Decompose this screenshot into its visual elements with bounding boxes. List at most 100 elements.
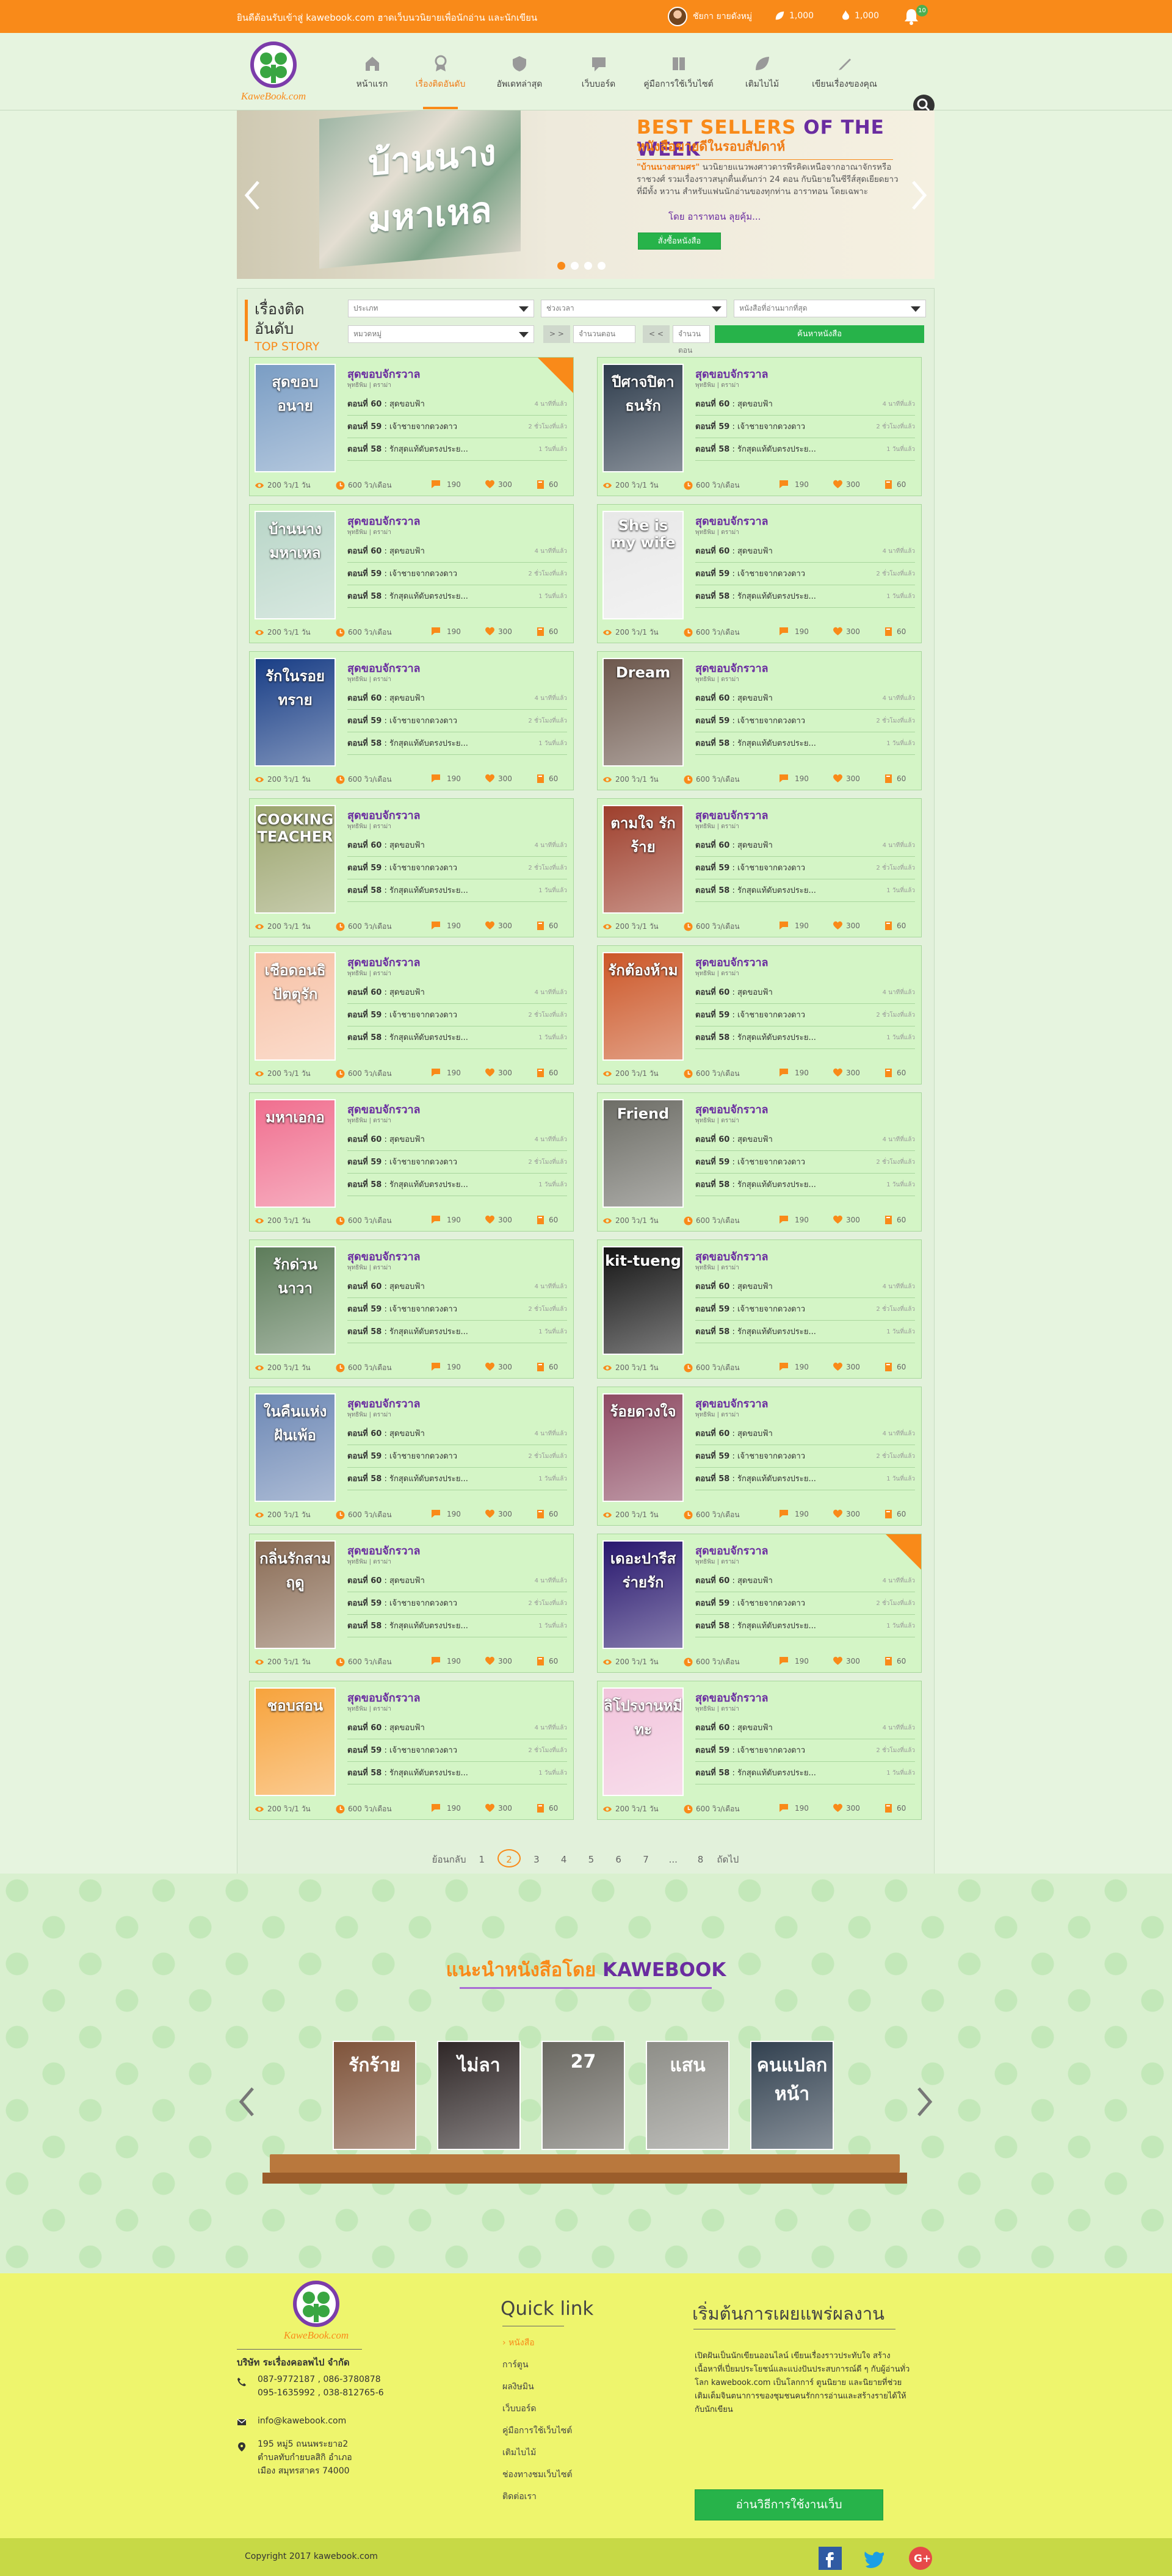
- episode-row[interactable]: ตอนที่ 58 : รักสุดแท้ดับตรงประย... 1 วันท…: [695, 1615, 915, 1637]
- recommended-book-cover[interactable]: คนแปลกหน้า: [750, 2041, 834, 2150]
- quick-link[interactable]: เติมไบไม้: [502, 2442, 573, 2464]
- book-card[interactable]: Dream สุดขอบจักรวาล พุทธิพิม | ดราม่า ตอ…: [597, 651, 922, 790]
- episode-row[interactable]: ตอนที่ 60 : สุดขอบฟ้า 4 นาทีที่แล้ว: [347, 687, 567, 710]
- page-number[interactable]: 1: [470, 1850, 493, 1869]
- book-card[interactable]: รักต้องห้าม สุดขอบจักรวาล พุทธิพิม | ดรา…: [597, 945, 922, 1084]
- episode-row[interactable]: ตอนที่ 58 : รักสุดแท้ดับตรงประย... 1 วันท…: [347, 1468, 567, 1490]
- book-title[interactable]: สุดขอบจักรวาล: [695, 1542, 769, 1559]
- book-cover[interactable]: Dream: [602, 658, 684, 767]
- quick-link[interactable]: เว็บบอร์ด: [502, 2398, 573, 2420]
- book-card[interactable]: ตามใจ รักร้าย สุดขอบจักรวาล พุทธิพิม | ด…: [597, 798, 922, 937]
- book-cover[interactable]: รักในรอยทราย: [255, 658, 336, 767]
- episode-row[interactable]: ตอนที่ 60 : สุดขอบฟ้า 4 นาทีที่แล้ว: [347, 540, 567, 563]
- episode-row[interactable]: ตอนที่ 59 : เจ้าชายจากดวงดาว 2 ชั่วโมงที่…: [695, 1004, 915, 1026]
- book-cover[interactable]: รักต้องห้าม: [602, 952, 684, 1061]
- user-menu[interactable]: ชัยกา ยายดังหมู่: [668, 7, 752, 26]
- quick-link[interactable]: ติดต่อเรา: [502, 2486, 573, 2508]
- book-cover[interactable]: เดอะปารีส ร่ายรัก: [602, 1540, 684, 1649]
- episode-row[interactable]: ตอนที่ 60 : สุดขอบฟ้า 4 นาทีที่แล้ว: [347, 834, 567, 857]
- episode-row[interactable]: ตอนที่ 58 : รักสุดแท้ดับตรงประย... 1 วันท…: [695, 585, 915, 608]
- episode-row[interactable]: ตอนที่ 58 : รักสุดแท้ดับตรงประย... 1 วันท…: [347, 732, 567, 755]
- episode-row[interactable]: ตอนที่ 58 : รักสุดแท้ดับตรงประย... 1 วันท…: [347, 1615, 567, 1637]
- episodes-min-input[interactable]: จำนวนตอน: [573, 325, 635, 343]
- episode-row[interactable]: ตอนที่ 58 : รักสุดแท้ดับตรงประย... 1 วันท…: [347, 1762, 567, 1784]
- book-card[interactable]: รักในรอยทราย สุดขอบจักรวาล พุทธิพิม | ดร…: [249, 651, 574, 790]
- book-title[interactable]: สุดขอบจักรวาล: [695, 953, 769, 971]
- book-card[interactable]: ปีศาจปิตาธนรัก สุดขอบจักรวาล พุทธิพิม | …: [597, 357, 922, 496]
- book-cover[interactable]: เชือดอนธิ ปัตตุรัก: [255, 952, 336, 1061]
- book-title[interactable]: สุดขอบจักรวาล: [347, 953, 421, 971]
- episode-row[interactable]: ตอนที่ 59 : เจ้าชายจากดวงดาว 2 ชั่วโมงที่…: [347, 1592, 567, 1615]
- book-title[interactable]: สุดขอบจักรวาล: [695, 512, 769, 530]
- episode-row[interactable]: ตอนที่ 58 : รักสุดแท้ดับตรงประย... 1 วันท…: [347, 585, 567, 608]
- episode-row[interactable]: ตอนที่ 59 : เจ้าชายจากดวงดาว 2 ชั่วโมงที่…: [347, 416, 567, 438]
- book-card[interactable]: COOKING TEACHER สุดขอบจักรวาล พุทธิพิม |…: [249, 798, 574, 937]
- book-title[interactable]: สุดขอบจักรวาล: [347, 512, 421, 530]
- recommended-book-cover[interactable]: แสน: [646, 2041, 729, 2150]
- episode-row[interactable]: ตอนที่ 59 : เจ้าชายจากดวงดาว 2 ชั่วโมงที่…: [695, 710, 915, 732]
- facebook-icon[interactable]: [819, 2547, 842, 2570]
- episode-row[interactable]: ตอนที่ 60 : สุดขอบฟ้า 4 นาทีที่แล้ว: [695, 1128, 915, 1151]
- episode-row[interactable]: ตอนที่ 59 : เจ้าชายจากดวงดาว 2 ชั่วโมงที่…: [695, 1739, 915, 1762]
- carousel-dot[interactable]: [557, 262, 565, 270]
- book-title[interactable]: สุดขอบจักรวาล: [347, 1247, 421, 1265]
- episode-row[interactable]: ตอนที่ 60 : สุดขอบฟ้า 4 นาทีที่แล้ว: [347, 981, 567, 1004]
- episode-row[interactable]: ตอนที่ 59 : เจ้าชายจากดวงดาว 2 ชั่วโมงที่…: [695, 1445, 915, 1468]
- book-card[interactable]: เดอะปารีส ร่ายรัก สุดขอบจักรวาล พุทธิพิม…: [597, 1534, 922, 1673]
- episode-row[interactable]: ตอนที่ 59 : เจ้าชายจากดวงดาว 2 ชั่วโมงที่…: [695, 416, 915, 438]
- bookmark-corner-icon[interactable]: [886, 1534, 921, 1570]
- episode-row[interactable]: ตอนที่ 60 : สุดขอบฟ้า 4 นาทีที่แล้ว: [347, 1275, 567, 1298]
- nav-latest-updates[interactable]: อัพเดทล่าสุด: [476, 46, 563, 97]
- episode-row[interactable]: ตอนที่ 58 : รักสุดแท้ดับตรงประย... 1 วันท…: [695, 1468, 915, 1490]
- book-card[interactable]: ชอบสอน สุดขอบจักรวาล พุทธิพิม | ดราม่า ต…: [249, 1681, 574, 1820]
- episode-row[interactable]: ตอนที่ 59 : เจ้าชายจากดวงดาว 2 ชั่วโมงที่…: [347, 563, 567, 585]
- book-title[interactable]: สุดขอบจักรวาล: [695, 659, 769, 677]
- book-title[interactable]: สุดขอบจักรวาล: [347, 1689, 421, 1706]
- book-title[interactable]: สุดขอบจักรวาล: [347, 365, 421, 383]
- book-title[interactable]: สุดขอบจักรวาล: [347, 806, 421, 824]
- page-number[interactable]: 6: [607, 1850, 630, 1869]
- episode-row[interactable]: ตอนที่ 60 : สุดขอบฟ้า 4 นาทีที่แล้ว: [695, 393, 915, 416]
- buy-book-button[interactable]: สั่งซื้อหนังสือ: [638, 233, 721, 250]
- book-title[interactable]: สุดขอบจักรวาล: [695, 806, 769, 824]
- book-card[interactable]: ในคืนแห่งฝันเพ้อ สุดขอบจักรวาล พุทธิพิม …: [249, 1387, 574, 1526]
- book-card[interactable]: Friend สุดขอบจักรวาล พุทธิพิม | ดราม่า ต…: [597, 1092, 922, 1232]
- episode-row[interactable]: ตอนที่ 60 : สุดขอบฟ้า 4 นาทีที่แล้ว: [695, 1570, 915, 1592]
- book-card[interactable]: มหาเอกอ สุดขอบจักรวาล พุทธิพิม | ดราม่า …: [249, 1092, 574, 1232]
- chevron-left-icon[interactable]: [242, 179, 263, 212]
- book-cover[interactable]: ปีศาจปิตาธนรัก: [602, 364, 684, 472]
- chevron-right-icon[interactable]: [908, 179, 930, 212]
- book-title[interactable]: สุดขอบจักรวาล: [695, 1689, 769, 1706]
- episode-row[interactable]: ตอนที่ 60 : สุดขอบฟ้า 4 นาทีที่แล้ว: [347, 1423, 567, 1445]
- book-card[interactable]: เชือดอนธิ ปัตตุรัก สุดขอบจักรวาล พุทธิพิ…: [249, 945, 574, 1084]
- quick-link[interactable]: คู่มือการใช้เว็บไซต์: [502, 2420, 573, 2442]
- episode-row[interactable]: ตอนที่ 60 : สุดขอบฟ้า 4 นาทีที่แล้ว: [347, 1570, 567, 1592]
- episode-row[interactable]: ตอนที่ 60 : สุดขอบฟ้า 4 นาทีที่แล้ว: [695, 687, 915, 710]
- carousel-dot[interactable]: [584, 262, 592, 270]
- book-cover[interactable]: ร้อยดวงใจ: [602, 1393, 684, 1502]
- nav-top-story[interactable]: เรื่องติดอันดับ: [405, 46, 476, 109]
- kawebook-logo[interactable]: KaweBook.com: [237, 40, 310, 104]
- book-cover[interactable]: กลิ่นรักสามฤดู: [255, 1540, 336, 1649]
- book-card[interactable]: รักด่วนนาวา สุดขอบจักรวาล พุทธิพิม | ดรา…: [249, 1239, 574, 1379]
- episode-row[interactable]: ตอนที่ 58 : รักสุดแท้ดับตรงประย... 1 วันท…: [347, 1174, 567, 1196]
- episode-row[interactable]: ตอนที่ 58 : รักสุดแท้ดับตรงประย... 1 วันท…: [695, 879, 915, 902]
- page-number[interactable]: 3: [525, 1850, 548, 1869]
- search-books-button[interactable]: ค้นหาหนังสือ: [715, 325, 924, 343]
- bookmark-corner-icon[interactable]: [538, 358, 573, 393]
- book-cover[interactable]: ลิโปรงานหมีทะ: [602, 1687, 684, 1796]
- nav-webboard[interactable]: เว็บบอร์ด: [563, 46, 634, 97]
- episode-row[interactable]: ตอนที่ 59 : เจ้าชายจากดวงดาว 2 ชั่วโมงที่…: [695, 1592, 915, 1615]
- nav-top-up[interactable]: เติมไบไม้: [723, 46, 801, 97]
- episode-row[interactable]: ตอนที่ 59 : เจ้าชายจากดวงดาว 2 ชั่วโมงที่…: [347, 857, 567, 879]
- episode-row[interactable]: ตอนที่ 58 : รักสุดแท้ดับตรงประย... 1 วันท…: [347, 438, 567, 461]
- episodes-max-input[interactable]: จำนวนตอน: [673, 325, 710, 355]
- kawebook-logo[interactable]: KaweBook.com: [280, 2279, 353, 2343]
- usage-guide-button[interactable]: อ่านวิธีการใช้งานเว็บ: [695, 2489, 883, 2520]
- book-cover[interactable]: สุดขอบ อนาย: [255, 364, 336, 472]
- episode-row[interactable]: ตอนที่ 59 : เจ้าชายจากดวงดาว 2 ชั่วโมงที่…: [347, 1151, 567, 1174]
- nav-write-story[interactable]: เขียนเรื่องของคุณ: [801, 46, 888, 97]
- next-page-button[interactable]: ถัดไป: [716, 1850, 739, 1869]
- sort-select[interactable]: หนังสือที่อ่านมากที่สุด: [734, 300, 926, 317]
- book-title[interactable]: สุดขอบจักรวาล: [347, 1542, 421, 1559]
